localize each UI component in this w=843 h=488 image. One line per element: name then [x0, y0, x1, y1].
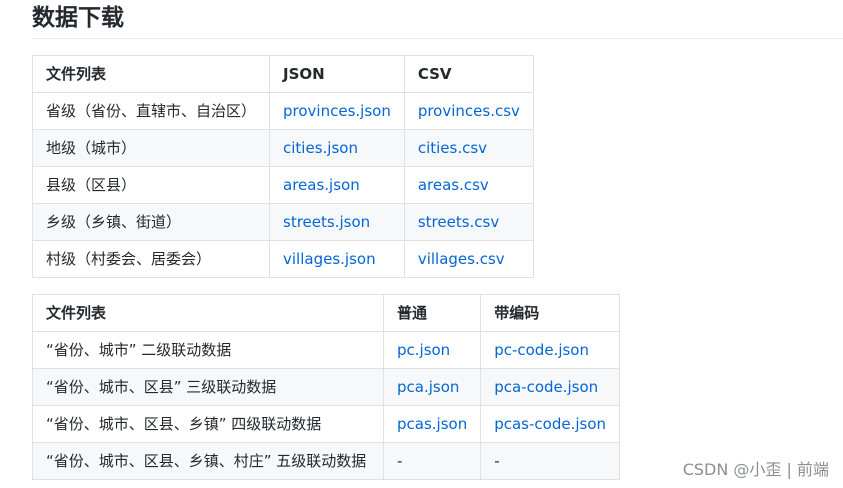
csv-download-link[interactable]: streets.csv	[418, 213, 499, 231]
plain-cell: pca.json	[382, 368, 482, 406]
csv-cell: streets.csv	[403, 203, 534, 241]
csv-cell: areas.csv	[403, 166, 534, 204]
csv-download-link[interactable]: areas.csv	[418, 176, 489, 194]
row-label: “省份、城市、区县、乡镇、村庄” 五级联动数据	[32, 442, 384, 480]
json-cell: cities.json	[269, 129, 405, 167]
csv-cell: provinces.csv	[403, 92, 534, 130]
column-header-json: JSON	[269, 55, 405, 93]
csv-download-link[interactable]: cities.csv	[418, 139, 487, 157]
coded-cell: pca-code.json	[480, 368, 620, 406]
json-cell: villages.json	[269, 240, 405, 278]
row-label: 乡级（乡镇、街道）	[31, 203, 271, 241]
json-cell: provinces.json	[269, 92, 405, 130]
json-download-link[interactable]: provinces.json	[283, 102, 391, 120]
json-download-link[interactable]: streets.json	[283, 213, 370, 231]
row-label: 地级（城市）	[31, 129, 271, 167]
column-header-file-list: 文件列表	[32, 294, 384, 332]
table-row: 村级（村委会、居委会） villages.json villages.csv	[31, 240, 534, 278]
row-label: 省级（省份、直辖市、自治区）	[31, 92, 271, 130]
json-download-link[interactable]: villages.json	[283, 250, 376, 268]
table-row: “省份、城市、区县、乡镇、村庄” 五级联动数据 - -	[32, 442, 620, 480]
csv-download-link[interactable]: provinces.csv	[418, 102, 520, 120]
plain-download-link[interactable]: pc.json	[397, 341, 450, 359]
coded-download-link[interactable]: pcas-code.json	[494, 415, 606, 433]
coded-cell: -	[480, 442, 620, 480]
json-download-link[interactable]: cities.json	[283, 139, 358, 157]
table-row: “省份、城市” 二级联动数据 pc.json pc-code.json	[32, 331, 620, 369]
plain-cell: pcas.json	[382, 405, 482, 443]
plain-cell: -	[382, 442, 482, 480]
page-title: 数据下载	[32, 5, 124, 31]
file-list-table: 文件列表 JSON CSV 省级（省份、直辖市、自治区） provinces.j…	[31, 55, 534, 278]
coded-download-link[interactable]: pc-code.json	[494, 341, 589, 359]
csv-download-link[interactable]: villages.csv	[418, 250, 505, 268]
csdn-watermark: CSDN @小歪 | 前端	[682, 460, 829, 479]
csv-cell: villages.csv	[403, 240, 534, 278]
row-label: 县级（区县）	[31, 166, 271, 204]
table-row: 省级（省份、直辖市、自治区） provinces.json provinces.…	[31, 92, 534, 130]
row-label: “省份、城市、区县、乡镇” 四级联动数据	[32, 405, 384, 443]
table-row: 乡级（乡镇、街道） streets.json streets.csv	[31, 203, 534, 241]
table-row: 地级（城市） cities.json cities.csv	[31, 129, 534, 167]
heading-divider	[32, 38, 843, 39]
table-row: “省份、城市、区县” 三级联动数据 pca.json pca-code.json	[32, 368, 620, 406]
linkage-data-table: 文件列表 普通 带编码 “省份、城市” 二级联动数据 pc.json pc-co…	[32, 294, 620, 480]
table-row: “省份、城市、区县、乡镇” 四级联动数据 pcas.json pcas-code…	[32, 405, 620, 443]
json-cell: streets.json	[269, 203, 405, 241]
coded-cell: pcas-code.json	[480, 405, 620, 443]
json-download-link[interactable]: areas.json	[283, 176, 360, 194]
row-label: “省份、城市、区县” 三级联动数据	[32, 368, 384, 406]
column-header-plain: 普通	[382, 294, 482, 332]
plain-download-link[interactable]: pca.json	[397, 378, 459, 396]
coded-cell: pc-code.json	[480, 331, 620, 369]
coded-download-link[interactable]: pca-code.json	[494, 378, 598, 396]
plain-download-link[interactable]: pcas.json	[397, 415, 467, 433]
csv-cell: cities.csv	[403, 129, 534, 167]
table-row: 县级（区县） areas.json areas.csv	[31, 166, 534, 204]
column-header-file-list: 文件列表	[31, 55, 271, 93]
column-header-csv: CSV	[403, 55, 534, 93]
column-header-coded: 带编码	[480, 294, 620, 332]
plain-cell: pc.json	[382, 331, 482, 369]
table-header-row: 文件列表 普通 带编码	[32, 294, 620, 332]
row-label: 村级（村委会、居委会）	[31, 240, 271, 278]
table-header-row: 文件列表 JSON CSV	[31, 55, 534, 93]
json-cell: areas.json	[269, 166, 405, 204]
row-label: “省份、城市” 二级联动数据	[32, 331, 384, 369]
